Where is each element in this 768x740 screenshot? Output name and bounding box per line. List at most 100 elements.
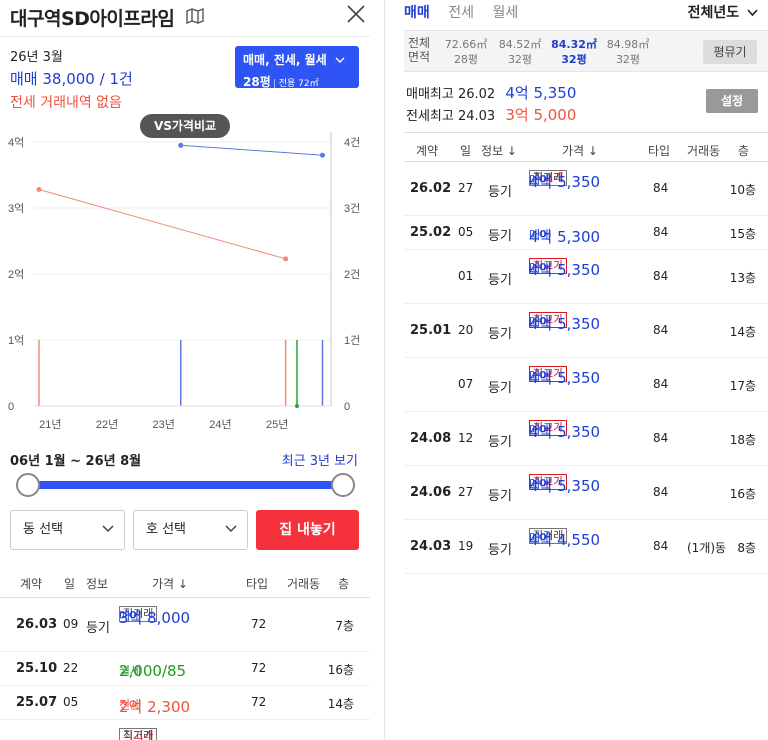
floor: 14층 (729, 325, 756, 339)
col-price[interactable]: 가격 ↓ (562, 142, 598, 159)
table-row[interactable]: 25.02 05 등기 매매 4억 5,300 84 15층 (404, 216, 768, 250)
table-row[interactable]: 26.02 27 등기 최고가 직거래 매매 4억 5,350 84 10층 (404, 162, 768, 216)
col-type: 타입 (648, 144, 671, 158)
table-row[interactable]: 25.07 05 전세 2억 2,300 72 14층 (0, 686, 370, 720)
area-option-1[interactable]: 72.66㎡ 28평 (442, 37, 490, 67)
col-contract[interactable]: 계약 (20, 575, 42, 592)
price-amount: 2,000/85 (119, 662, 187, 680)
type: 84 (653, 323, 669, 337)
contract-date: 25.07 (16, 695, 58, 710)
tab-monthly[interactable]: 월세 (492, 5, 518, 21)
day: 20 (458, 323, 474, 337)
vs-compare-button[interactable]: VS가격비교 (140, 114, 230, 138)
pyeong-toggle-button[interactable]: 평뮤기 (703, 40, 757, 64)
day: 07 (458, 377, 474, 391)
range-slider-track[interactable] (28, 481, 343, 489)
day: 12 (458, 431, 474, 445)
area-option-4[interactable]: 84.98㎡ 32평 (604, 37, 652, 67)
info: 등기 (488, 327, 512, 342)
col-floor: 층 (338, 577, 350, 591)
table-row[interactable]: 24.03 19 등기 직거래 매매 4억 4,550 84 (1개)동 8층 (404, 520, 768, 574)
info: 등기 (488, 435, 512, 450)
tab-jeonse[interactable]: 전세 (448, 5, 474, 21)
series-line-sale (180, 144, 323, 156)
exclusive-area-label: 전용 72㎡ (273, 79, 319, 89)
floor: 7층 (335, 619, 354, 633)
col-dong: 거래동 (287, 577, 321, 591)
max-jeonse-line: 전세최고 24.03 3억 5,000 (406, 104, 576, 125)
floor: 16층 (729, 487, 756, 501)
col-day: 일 (460, 144, 472, 158)
table-row[interactable]: 25.01 20 등기 최고가 매매 4억 5,350 84 14층 (404, 304, 768, 358)
area-pyeong: 28평 (453, 53, 479, 66)
type: 84 (653, 269, 669, 283)
area-option-3[interactable]: 84.32㎡ 32평 (550, 37, 598, 67)
trade-type-selector[interactable]: 매매, 전세, 월세 28평 전용 72㎡ (235, 46, 359, 90)
tab-sale[interactable]: 매매 (404, 5, 430, 21)
chevron-down-icon (102, 525, 114, 533)
trade-type-row: 매매, 전세, 월세 (243, 51, 351, 68)
header-divider (0, 36, 370, 37)
max-jeonse-date: 24.03 (457, 109, 496, 124)
period-label: 26년 3월 (10, 50, 63, 65)
type: 72 (251, 695, 267, 709)
table-row[interactable]: 25.10 22 월세 2,000/85 72 16층 (0, 652, 370, 686)
floor: 14층 (327, 697, 354, 711)
price-amount: 4억 5,350 (529, 477, 601, 495)
info: 등기 (488, 185, 512, 200)
type: 84 (653, 431, 669, 445)
year-select-label: 전체년도 (687, 5, 740, 21)
data-point-jeonse[interactable] (283, 256, 289, 262)
table-row[interactable]: 24.06 27 등기 최고가 매매 4억 5,350 84 16층 (404, 466, 768, 520)
y-right-tick: 4건 (344, 136, 360, 149)
sale-summary: 매매 38,000 / 1건 (10, 70, 133, 88)
type: 84 (653, 225, 669, 239)
day: 19 (458, 539, 474, 553)
data-point-monthly[interactable] (294, 404, 299, 408)
data-point-sale[interactable] (178, 142, 184, 148)
floor: 18층 (729, 433, 756, 447)
data-point-sale[interactable] (319, 152, 325, 158)
price-amount: 4억 4,550 (529, 531, 601, 549)
recent-3y-link[interactable]: 최근 3년 보기 (282, 450, 358, 469)
range-slider-start-handle[interactable] (16, 473, 40, 497)
x-tick: 24년 (209, 418, 231, 431)
range-slider-end-handle[interactable] (331, 473, 355, 497)
y-right-tick: 1건 (344, 334, 360, 347)
table-row[interactable]: 24.08 12 등기 최고가 매매 4억 5,350 84 18층 (404, 412, 768, 466)
col-type: 타입 (246, 577, 269, 591)
dong-select[interactable]: 동 선택 (10, 510, 125, 550)
area-type-row: 28평 전용 72㎡ (243, 73, 351, 90)
day: 27 (458, 181, 474, 195)
col-day: 일 (64, 577, 76, 591)
page-title: 대구역SD아이프라임 (10, 8, 175, 30)
ho-select[interactable]: 호 선택 (133, 510, 248, 550)
list-home-button[interactable]: 집 내놓기 (256, 510, 359, 550)
contract-date: 25.10 (16, 661, 58, 676)
info: 등기 (488, 381, 512, 396)
col-floor: 층 (738, 144, 750, 158)
data-point-jeonse[interactable] (36, 187, 42, 193)
table-row[interactable]: 01 등기 최고가 매매 4억 5,350 84 13층 (404, 250, 768, 304)
area-option-2[interactable]: 84.52㎡ 32평 (496, 37, 544, 67)
col-info[interactable]: 정보 ↓ (481, 142, 517, 159)
trade-tabs: 매매 전세 월세 (404, 2, 532, 22)
table-row[interactable]: 07 등기 최고가 매매 4억 5,350 84 17층 (404, 358, 768, 412)
settings-button[interactable]: 설정 (706, 89, 758, 113)
close-icon[interactable] (346, 4, 366, 24)
price-amount: 4억 5,350 (529, 173, 601, 191)
map-icon[interactable] (186, 8, 204, 24)
info: 등기 (488, 229, 512, 244)
pyeong-label: 28평 (243, 75, 271, 89)
col-dong: 거래동 (687, 144, 721, 158)
col-contract[interactable]: 계약 (416, 142, 438, 159)
table-row[interactable]: 최고가 직거래 (0, 720, 370, 740)
table-row[interactable]: 26.03 09 등기 직거래 매매 3억 8,000 72 7층 (0, 598, 370, 652)
jeonse-summary: 전세 거래내역 없음 (10, 95, 122, 111)
year-select[interactable]: 전체년도 (688, 2, 758, 22)
day: 27 (458, 485, 474, 499)
y-left-tick: 3억 (8, 202, 24, 215)
floor: 8층 (737, 541, 756, 555)
col-price[interactable]: 가격 ↓ (152, 575, 188, 592)
x-tick: 21년 (39, 418, 61, 431)
